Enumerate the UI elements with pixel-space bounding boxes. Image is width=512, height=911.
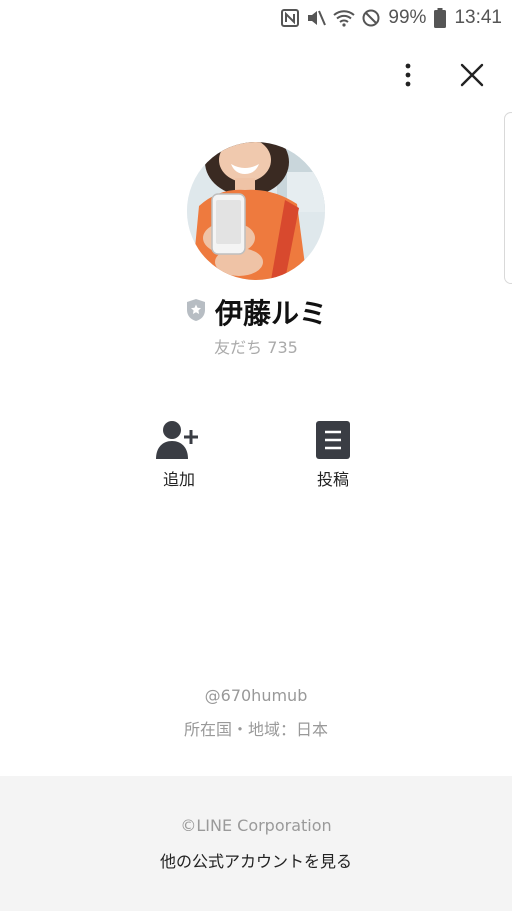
add-friend-label: 追加 [162, 470, 195, 489]
wifi-icon [333, 9, 356, 27]
do-not-disturb-icon [362, 9, 380, 27]
post-button[interactable]: 投稿 [283, 420, 383, 490]
status-bar: 99% 13:41 [0, 0, 512, 36]
status-icons [281, 9, 380, 27]
mute-icon [306, 9, 327, 27]
profile-name: 伊藤ルミ [214, 297, 327, 330]
account-region: 所在国・地域：日本 [183, 720, 328, 739]
add-friend-icon [129, 420, 229, 460]
top-actions [388, 58, 492, 92]
verified-shield-icon [185, 298, 207, 326]
battery-icon [434, 8, 447, 28]
profile-name-row: 伊藤ルミ [0, 292, 512, 332]
close-icon[interactable] [452, 58, 492, 92]
more-vertical-icon[interactable] [388, 58, 428, 92]
copyright: ©LINE Corporation [180, 816, 332, 835]
nfc-icon [281, 9, 300, 27]
friend-count: 友だち 735 [214, 338, 298, 357]
account-handle: @670humub [204, 686, 308, 705]
add-friend-button[interactable]: 追加 [129, 420, 229, 490]
battery-percentage: 99% [388, 7, 427, 28]
side-drawer-handle[interactable] [504, 112, 512, 284]
post-label: 投稿 [316, 470, 349, 489]
avatar [187, 142, 325, 280]
more-official-accounts-link[interactable]: 他の公式アカウントを見る [0, 848, 512, 872]
post-icon [283, 420, 383, 460]
footer: ©LINE Corporation 他の公式アカウントを見る [0, 776, 512, 911]
clock: 13:41 [454, 7, 502, 28]
